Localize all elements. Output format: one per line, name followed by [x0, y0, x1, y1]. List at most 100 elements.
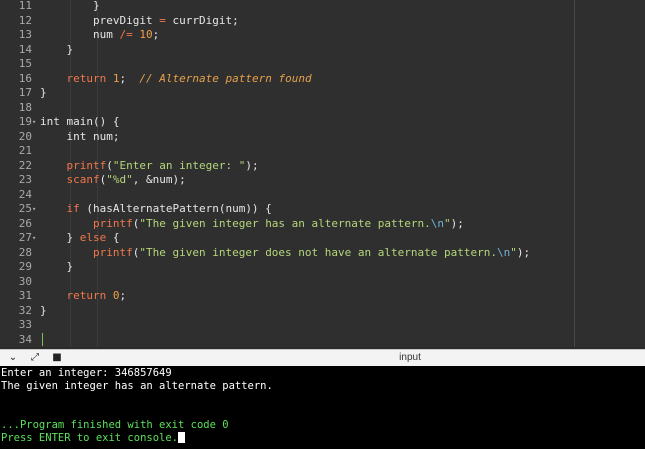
code-line: prevDigit = currDigit; [40, 14, 239, 29]
code-token: ; [152, 28, 160, 41]
code-token: num [40, 28, 120, 41]
code-token: return [66, 289, 107, 302]
expand-icon[interactable]: ⤢ [28, 351, 42, 365]
code-token: ); [450, 216, 464, 230]
code-token: ); [516, 245, 531, 259]
code-token: if [66, 202, 80, 215]
code-line: return 1; // Alternate pattern found [40, 72, 312, 87]
code-line: } [40, 86, 47, 101]
code-line: int num; [40, 130, 119, 145]
line-number: 25 [18, 202, 32, 215]
code-line: int main() { [40, 115, 119, 130]
code-token: "%d" [106, 173, 133, 186]
console-cursor [178, 432, 186, 443]
code-line: num /= 10; [40, 28, 159, 43]
code-token: " [444, 216, 451, 230]
line-number: 30 [18, 274, 32, 288]
code-token: ); [245, 158, 259, 172]
code-token: , &num); [132, 173, 186, 186]
code-token: ; [119, 289, 127, 302]
code-token: int num; [40, 129, 120, 143]
line-number: 27 [18, 231, 32, 244]
line-number: 12 [18, 13, 32, 27]
code-token: 10 [139, 28, 153, 41]
code-token: scanf [66, 173, 100, 186]
console-line: Press ENTER to exit console. [1, 432, 186, 445]
code-line: } [40, 43, 73, 58]
code-line: } else { [40, 231, 120, 246]
code-token: printf [66, 158, 107, 172]
code-token: = [159, 13, 166, 27]
code-token: ; [119, 71, 140, 85]
code-line: printf("The given integer has an alterna… [40, 217, 464, 232]
line-number: 31 [18, 289, 32, 302]
code-token: } [40, 86, 47, 99]
line-number: 32 [18, 303, 32, 317]
line-number: 21 [18, 144, 32, 157]
code-token: " [510, 245, 517, 259]
chevron-down-icon[interactable]: ⌄ [6, 351, 20, 365]
line-number: 22 [18, 158, 32, 172]
line-number-gutter: 11 12 13 14 15 16 17 18 19 ▾ 20 21 22 23 24 25 ▾ 26 27 ▾ 28 2… [0, 0, 36, 347]
line-number: 15 [18, 57, 32, 70]
fold-arrow-icon[interactable]: ▾ [32, 202, 38, 217]
line-number: 11 [18, 0, 32, 12]
code-line: } [40, 0, 100, 14]
code-token: (hasAlternatePattern(num)) { [79, 202, 272, 215]
fold-arrow-icon[interactable]: ▾ [32, 231, 38, 246]
code-line: scanf("%d", &num); [40, 173, 186, 188]
console-text: Enter an integer: 346857649 [1, 367, 172, 379]
code-token: \n [496, 245, 511, 259]
console-output[interactable]: Enter an integer: 346857649 The given int… [0, 366, 645, 449]
code-editor[interactable]: 11 12 13 14 15 16 17 18 19 ▾ 20 21 22 23 24 25 ▾ 26 27 ▾ 28 2… [0, 0, 645, 347]
code-line: } [40, 260, 73, 275]
console-line: The given integer has an alternate patte… [1, 380, 273, 393]
stop-icon[interactable]: ■ [50, 351, 64, 365]
console-title: input [399, 352, 421, 363]
line-number: 13 [18, 28, 32, 41]
code-token: { [106, 231, 120, 244]
code-token: 1 [112, 71, 120, 85]
code-token: } [40, 303, 47, 317]
code-line: } [40, 304, 47, 319]
line-number: 23 [18, 173, 32, 186]
code-token: int main() { [40, 115, 120, 128]
line-number: 24 [18, 187, 32, 201]
line-number: 20 [18, 129, 32, 143]
line-number: 33 [18, 318, 32, 331]
code-token: currDigit; [165, 13, 239, 27]
line-number: 34 [18, 332, 32, 346]
fold-arrow-icon[interactable]: ▾ [32, 115, 38, 130]
code-token: prevDigit [40, 13, 160, 27]
line-number: 16 [18, 71, 32, 85]
code-token: } [40, 0, 100, 12]
code-token: \n [430, 216, 445, 230]
code-area[interactable]: } prevDigit = currDigit; num /= 10; } re… [40, 0, 645, 347]
line-number: 26 [18, 216, 32, 230]
console-toolbar: ⌄ ⤢ ■ input [0, 349, 645, 366]
code-token: printf [92, 245, 133, 259]
code-line: printf("The given integer does not have … [40, 246, 530, 261]
code-token: // Alternate pattern found [139, 71, 312, 85]
code-token: "The given integer has an alternate patt… [139, 216, 431, 230]
text-cursor [42, 333, 43, 346]
code-token: "Enter an integer: " [112, 158, 246, 172]
console-line: ...Program finished with exit code 0 [1, 419, 229, 432]
code-token: printf [92, 216, 133, 230]
code-token: /= [119, 28, 133, 41]
code-token: } [40, 260, 74, 273]
line-number: 29 [18, 260, 32, 273]
console-line: Enter an integer: 346857649 [1, 367, 172, 380]
code-line: printf("Enter an integer: "); [40, 159, 259, 174]
console-text: The given integer has an alternate patte… [1, 380, 273, 392]
line-number: 28 [18, 245, 32, 259]
code-token: 0 [112, 289, 120, 302]
